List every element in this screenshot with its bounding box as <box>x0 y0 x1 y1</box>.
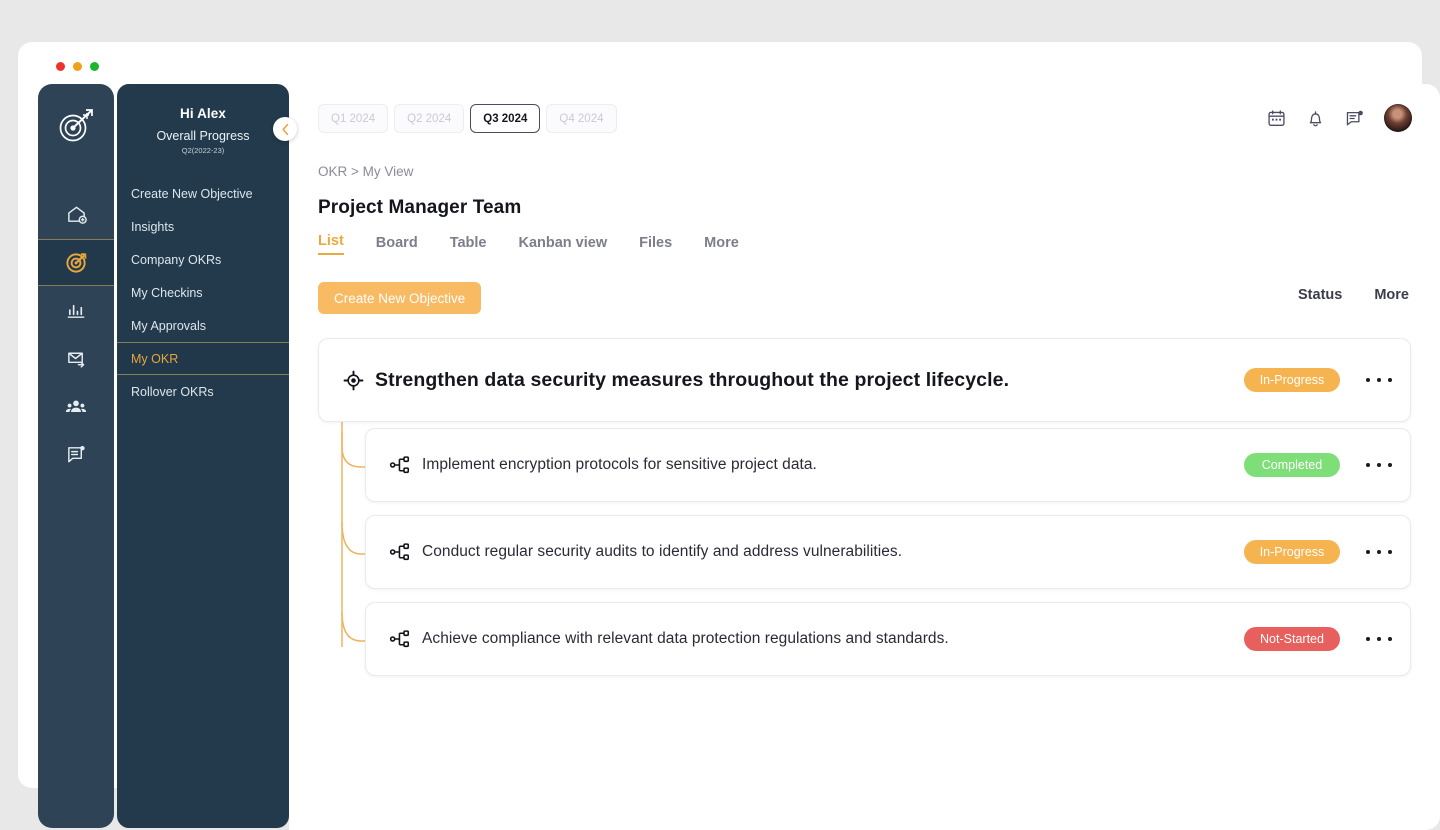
tab-files[interactable]: Files <box>639 235 672 255</box>
quarter-tab-q3[interactable]: Q3 2024 <box>470 104 541 133</box>
tab-kanban-view[interactable]: Kanban view <box>518 235 607 255</box>
key-result-more-button[interactable] <box>1366 637 1392 641</box>
rail-spacer <box>38 168 114 190</box>
chevron-left-icon <box>281 123 288 135</box>
window-maximize-dot[interactable] <box>90 62 99 71</box>
sidebar-item-label: My OKR <box>131 351 179 366</box>
rail-item-reports[interactable] <box>38 431 114 478</box>
sidebar-item-my-okr[interactable]: My OKR <box>117 342 289 375</box>
quarter-tab-group: Q1 2024 Q2 2024 Q3 2024 Q4 2024 <box>318 104 617 133</box>
message-badge-icon[interactable] <box>1345 109 1364 128</box>
key-result-more-button[interactable] <box>1366 463 1392 467</box>
sidebar-collapse-button[interactable] <box>273 117 297 141</box>
app-window: Hi Alex Overall Progress Q2(2022-23) Cre… <box>18 42 1440 830</box>
objective-row[interactable]: Strengthen data security measures throug… <box>318 338 1411 422</box>
status-badge[interactable]: Not-Started <box>1244 627 1340 651</box>
bell-icon[interactable] <box>1306 109 1325 128</box>
sidebar-item-label: Rollover OKRs <box>131 384 214 399</box>
top-action-group <box>1267 104 1412 132</box>
key-result-more-button[interactable] <box>1366 550 1392 554</box>
sidebar-menu-panel: Hi Alex Overall Progress Q2(2022-23) Cre… <box>117 84 289 828</box>
tab-board[interactable]: Board <box>376 235 418 255</box>
key-result-title: Implement encryption protocols for sensi… <box>422 456 817 473</box>
sidebar-item-label: My Checkins <box>131 285 203 300</box>
overall-progress-label: Overall Progress <box>156 129 250 143</box>
sidebar-item-label: My Approvals <box>131 318 207 333</box>
tab-table[interactable]: Table <box>450 235 487 255</box>
sidebar-item-create-new-objective[interactable]: Create New Objective <box>117 177 289 210</box>
status-badge[interactable]: In-Progress <box>1244 368 1340 392</box>
column-header-group: Status More <box>1298 287 1409 303</box>
quarter-tab-q4[interactable]: Q4 2024 <box>546 104 617 133</box>
greeting-text: Hi Alex <box>180 106 226 121</box>
page-title: Project Manager Team <box>318 197 522 218</box>
view-tab-group: List Board Table Kanban view Files More <box>318 233 1440 255</box>
rail-item-okr[interactable] <box>38 239 114 286</box>
status-badge[interactable]: Completed <box>1244 453 1340 477</box>
create-new-objective-button[interactable]: Create New Objective <box>318 282 482 314</box>
main-content: Q1 2024 Q2 2024 Q3 2024 Q4 2024 OKR > My… <box>289 84 1440 830</box>
column-header-status: Status <box>1298 287 1343 303</box>
rail-item-analytics[interactable] <box>38 287 114 334</box>
tab-list[interactable]: List <box>318 233 344 255</box>
objective-more-button[interactable] <box>1366 378 1392 382</box>
objective-title: Strengthen data security measures throug… <box>375 368 1010 391</box>
hierarchy-icon <box>378 628 422 650</box>
calendar-icon[interactable] <box>1267 109 1286 128</box>
sidebar-header: Hi Alex Overall Progress Q2(2022-23) <box>117 84 289 163</box>
sidebar-item-company-okrs[interactable]: Company OKRs <box>117 243 289 276</box>
sidebar-item-rollover-okrs[interactable]: Rollover OKRs <box>117 375 289 408</box>
rail-item-home[interactable] <box>38 191 114 238</box>
tab-more[interactable]: More <box>704 235 739 255</box>
key-result-row[interactable]: Conduct regular security audits to ident… <box>365 515 1411 589</box>
progress-period-label: Q2(2022-23) <box>181 146 225 155</box>
key-result-row[interactable]: Implement encryption protocols for sensi… <box>365 428 1411 502</box>
window-chrome <box>56 62 99 71</box>
action-row: Create New Objective Status More <box>318 282 1411 316</box>
window-minimize-dot[interactable] <box>73 62 82 71</box>
sidebar-item-label: Create New Objective <box>131 186 253 201</box>
rail-item-messages[interactable] <box>38 335 114 382</box>
sidebar-item-my-checkins[interactable]: My Checkins <box>117 276 289 309</box>
top-bar: Q1 2024 Q2 2024 Q3 2024 Q4 2024 <box>289 84 1440 146</box>
key-result-row[interactable]: Achieve compliance with relevant data pr… <box>365 602 1411 676</box>
target-arrow-logo-icon <box>38 84 114 168</box>
user-avatar[interactable] <box>1384 104 1412 132</box>
rail-item-teams[interactable] <box>38 383 114 430</box>
key-result-title: Achieve compliance with relevant data pr… <box>422 630 949 647</box>
hierarchy-icon <box>378 454 422 476</box>
sidebar-item-insights[interactable]: Insights <box>117 210 289 243</box>
quarter-tab-q1[interactable]: Q1 2024 <box>318 104 389 133</box>
key-result-title: Conduct regular security audits to ident… <box>422 543 903 560</box>
column-header-more: More <box>1374 287 1409 303</box>
sidebar-menu-list: Create New Objective Insights Company OK… <box>117 177 289 408</box>
icon-rail <box>38 84 114 828</box>
breadcrumb[interactable]: OKR > My View <box>318 164 1440 179</box>
window-close-dot[interactable] <box>56 62 65 71</box>
quarter-tab-q2[interactable]: Q2 2024 <box>394 104 465 133</box>
sidebar-item-label: Company OKRs <box>131 252 222 267</box>
crosshair-target-icon <box>331 370 375 391</box>
hierarchy-icon <box>378 541 422 563</box>
sidebar-item-label: Insights <box>131 219 175 234</box>
sidebar-item-my-approvals[interactable]: My Approvals <box>117 309 289 342</box>
status-badge[interactable]: In-Progress <box>1244 540 1340 564</box>
okr-list: Strengthen data security measures throug… <box>318 338 1411 676</box>
